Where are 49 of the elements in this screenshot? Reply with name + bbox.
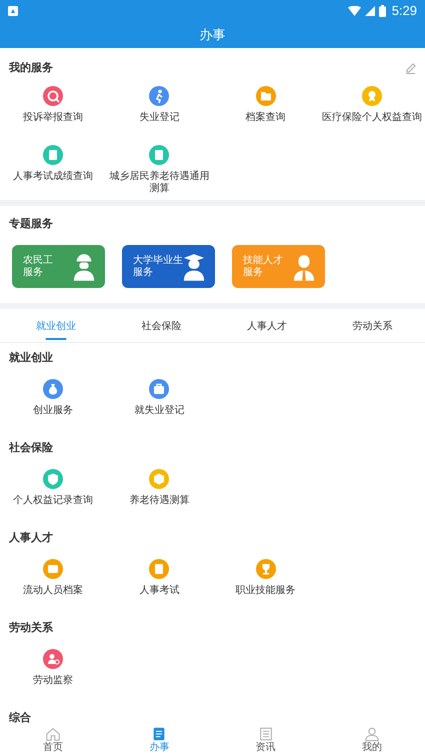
card-text: 服务 (23, 266, 44, 278)
card-text: 技能人才 (243, 254, 283, 266)
wifi-icon (348, 6, 361, 16)
signal-icon (364, 6, 375, 16)
notification-icon (8, 6, 18, 16)
section-title: 专题服务 (9, 216, 53, 232)
section-title: 社会保险 (9, 440, 53, 456)
service-link[interactable]: 投诉举报查询 (21, 112, 86, 124)
service-link[interactable]: 档案查询 (244, 112, 288, 124)
nav-tab[interactable]: 资讯 (212, 725, 319, 756)
category-tab[interactable]: 社会保险 (108, 309, 214, 343)
card-text: 农民工 (23, 254, 53, 266)
service-link[interactable]: 失业登记 (137, 112, 182, 124)
user-icon (364, 726, 380, 742)
card-text: 服务 (243, 266, 264, 278)
figure-icon (73, 252, 95, 280)
card-text: 服务 (133, 266, 154, 278)
category-tab[interactable]: 人事人才 (214, 309, 320, 343)
section-title: 人事人才 (9, 530, 53, 546)
card-text: 大学毕业生 (133, 254, 183, 266)
tab-indicator (45, 338, 66, 340)
figure-icon (183, 252, 205, 280)
service-link[interactable]: 养老待遇测算 (127, 495, 192, 507)
edit-icon[interactable] (405, 62, 416, 74)
news-icon (258, 726, 274, 742)
battery-icon (378, 5, 386, 17)
app-title: 办事 (200, 26, 226, 44)
topic-card[interactable]: 大学毕业生 服务 (122, 245, 215, 288)
service-link[interactable]: 人事考试 (137, 585, 182, 597)
section-title: 就业创业 (9, 350, 53, 366)
nav-tab[interactable]: 我的 (318, 725, 425, 756)
section-title: 综合 (9, 710, 31, 726)
section-title: 我的服务 (9, 60, 53, 76)
service-link[interactable]: 就失业登记 (132, 405, 186, 417)
service-link[interactable]: 城乡居民养老待遇通用测算 (106, 171, 212, 195)
figure-icon (293, 252, 315, 280)
service-link[interactable]: 职业技能服务 (234, 585, 298, 597)
service-link[interactable]: 医疗保险个人权益查询 (320, 112, 424, 124)
service-link[interactable]: 劳动监察 (31, 675, 76, 687)
service-link[interactable]: 创业服务 (31, 405, 76, 417)
nav-tab[interactable]: 首页 (0, 725, 106, 756)
section-title: 劳动关系 (9, 620, 53, 636)
home-icon (45, 726, 62, 742)
service-link[interactable]: 人事考试成绩查询 (11, 171, 96, 183)
category-tab[interactable]: 劳动关系 (320, 309, 425, 343)
category-tab[interactable]: 就业创业 (3, 309, 108, 343)
service-link[interactable]: 个人权益记录查询 (11, 495, 96, 507)
status-time: 5:29 (392, 2, 417, 20)
service-link[interactable]: 流动人员档案 (21, 585, 86, 597)
